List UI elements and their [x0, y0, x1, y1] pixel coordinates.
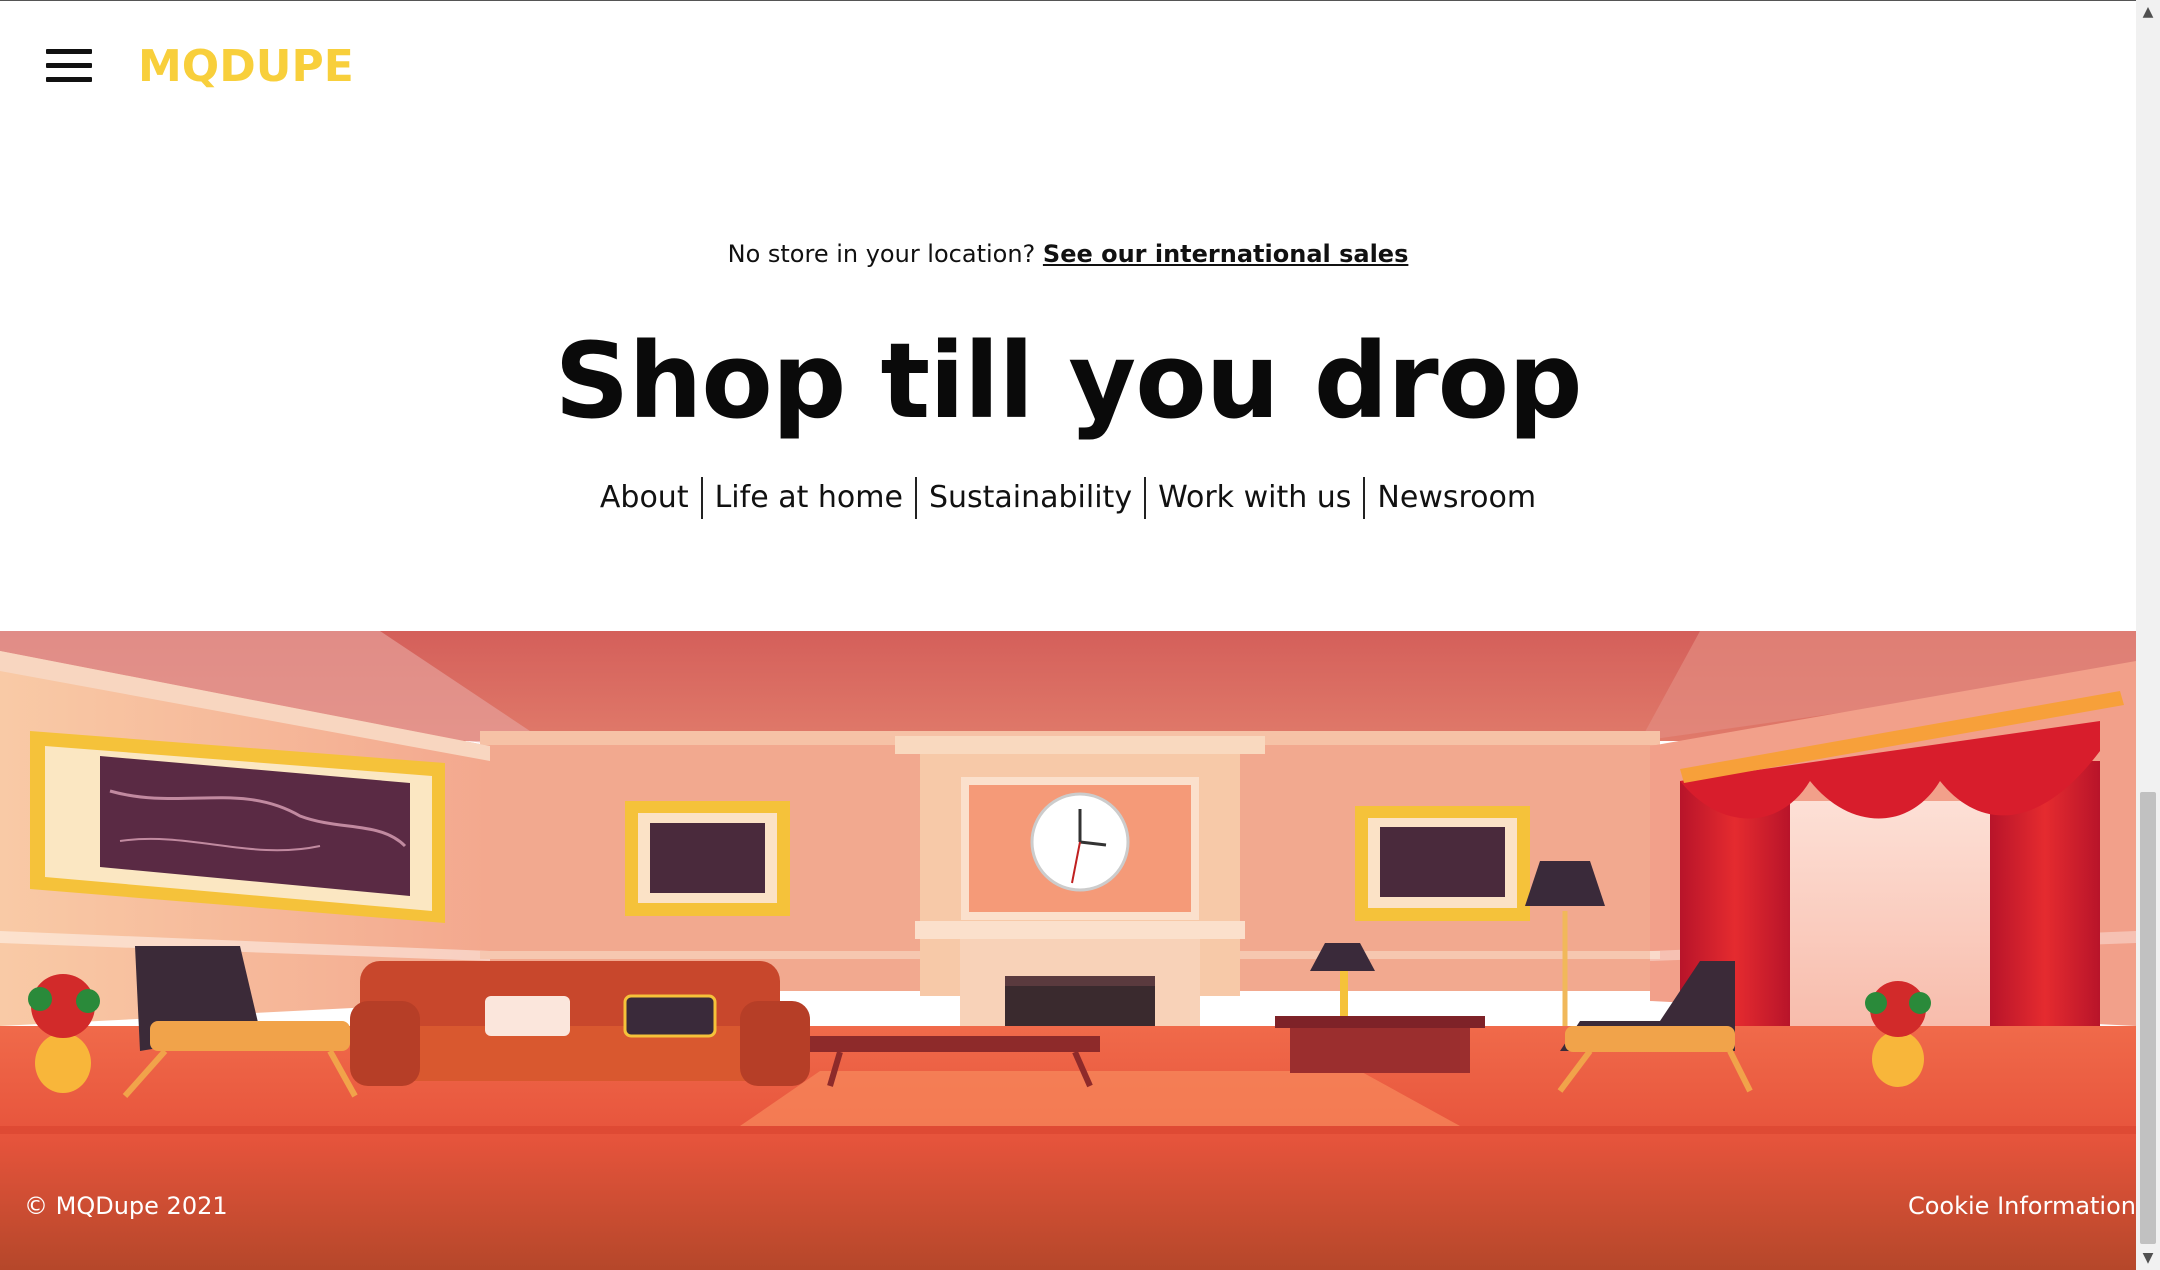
hamburger-line	[46, 77, 92, 82]
cookie-information-link[interactable]: Cookie Information	[1908, 1192, 2136, 1220]
notice-text: No store in your location?	[727, 240, 1043, 268]
nav-link-sustainability[interactable]: Sustainability	[917, 476, 1144, 520]
footer-copyright: © MQDupe 2021	[24, 1192, 228, 1220]
hero-title: Shop till you drop	[554, 320, 1582, 442]
nav-link-life-at-home[interactable]: Life at home	[703, 476, 915, 520]
scroll-down-arrow-icon[interactable]: ▼	[2136, 1246, 2160, 1270]
site-logo[interactable]: MQDUPE	[138, 41, 354, 92]
main-nav: About Life at home Sustainability Work w…	[0, 476, 2136, 520]
nav-link-work-with-us[interactable]: Work with us	[1146, 476, 1363, 520]
nav-link-newsroom[interactable]: Newsroom	[1365, 476, 1548, 520]
scroll-up-arrow-icon[interactable]: ▲	[2136, 0, 2160, 24]
hamburger-menu-icon[interactable]	[46, 49, 92, 83]
page-scrollbar[interactable]: ▲ ▼	[2136, 0, 2160, 1270]
nav-link-about[interactable]: About	[588, 476, 701, 520]
scroll-thumb[interactable]	[2140, 792, 2156, 1244]
site-header: MQDUPE	[0, 1, 2136, 131]
living-room-illustration	[0, 631, 2136, 1270]
international-sales-link[interactable]: See our international sales	[1043, 240, 1408, 268]
hamburger-line	[46, 63, 92, 68]
location-notice: No store in your location? See our inter…	[0, 240, 2136, 268]
hamburger-line	[46, 49, 92, 54]
